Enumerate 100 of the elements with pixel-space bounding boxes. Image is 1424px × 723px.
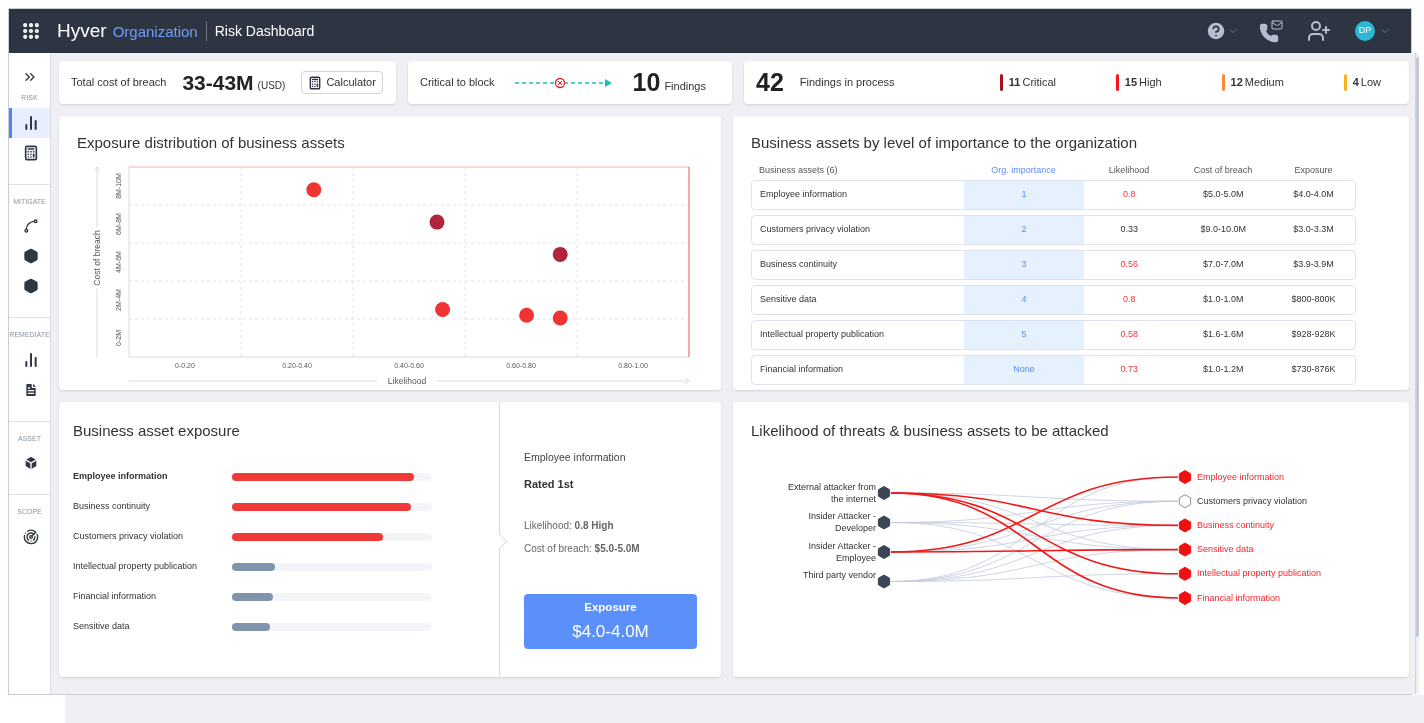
threat-node — [877, 485, 891, 500]
hexagon-icon — [23, 278, 39, 294]
table-row[interactable]: Financial information None 0.73 $1.0-1.2M $730-876K — [751, 354, 1356, 385]
data-point — [552, 246, 568, 262]
sidebar-item[interactable] — [9, 107, 50, 138]
asset-label: Business continuity — [73, 500, 152, 514]
x-axis-title: Likelihood — [387, 375, 427, 386]
card-title: Business asset exposure — [73, 421, 241, 441]
bar-chart-icon — [23, 114, 39, 131]
column-header[interactable]: Cost of breach — [1174, 164, 1272, 178]
column-header[interactable]: Business assets (6) — [751, 164, 963, 178]
y-axis-title: Cost of breach — [92, 229, 102, 286]
asset-bar-row[interactable]: Business continuity — [73, 498, 485, 516]
likelihood-cell-text: 0.8 — [1122, 292, 1137, 306]
block-unit: Findings — [664, 79, 706, 95]
asset-bar-row[interactable]: Customers privacy violation — [73, 528, 485, 546]
calculator-button[interactable]: Calculator — [301, 71, 383, 94]
card-title: Exposure distribution of business assets — [77, 133, 346, 153]
cost-cell-text: $7.0-7.0M — [1201, 257, 1245, 271]
column-header[interactable]: Exposure — [1272, 164, 1355, 178]
findings-label: Findings in process — [799, 75, 896, 91]
severity-label: High — [1139, 75, 1162, 91]
asset-label: Sensitive data — [73, 620, 131, 634]
exposure-cell-text: $800-800K — [1290, 292, 1337, 306]
phone-icon — [1259, 23, 1279, 43]
exposure-cell-text: $3.9-3.9M — [1292, 257, 1335, 271]
likelihood-cell-text: 0.73 — [1119, 362, 1140, 376]
severity-count: 11 — [1008, 75, 1021, 91]
block-label: Critical to block — [420, 75, 495, 91]
likelihood-cell-text: 0.8 — [1122, 187, 1137, 201]
radar-icon — [23, 528, 39, 545]
cost-unit: (USD) — [257, 79, 286, 93]
importance-cell: 3 — [963, 250, 1085, 279]
importance-cell: 1 — [963, 180, 1085, 209]
exposure-value: $4.0-4.0M — [572, 620, 649, 643]
exposure-label: Exposure — [584, 600, 637, 616]
asset-label: Intellectual property publication — [1197, 567, 1322, 581]
exposure-cell-text: $928-928K — [1290, 327, 1337, 341]
asset-bar-row[interactable]: Intellectual property publication — [73, 558, 485, 576]
asset-name-cell-text: Sensitive data — [759, 292, 818, 306]
asset-label: Financial information — [73, 590, 158, 604]
likelihood-cell-text: 0.56 — [1119, 257, 1140, 271]
block-count: 10 — [632, 66, 661, 98]
table-row[interactable]: Employee information 1 0.8 $5.0-5.0M $4.0-4.0M — [751, 179, 1356, 210]
avatar: DP — [1355, 21, 1375, 41]
detail-asset-name: Employee information — [524, 450, 627, 465]
table-row[interactable]: Customers privacy violation 2 0.33 $9.0-10.0M $3.0-3.3M — [751, 214, 1356, 245]
severity-label: Medium — [1244, 75, 1284, 91]
cost-value: 33-43M — [182, 69, 254, 96]
asset-bar-row[interactable]: Financial information — [73, 588, 485, 606]
data-point — [435, 301, 451, 317]
scrollbar[interactable] — [1415, 53, 1419, 694]
calculator-icon — [23, 144, 39, 161]
asset-label: Customers privacy violation — [73, 530, 185, 544]
threat-label: External attacker from the internet — [786, 480, 876, 505]
asset-name-cell-text: Customers privacy violation — [759, 222, 872, 236]
asset-name-cell-text: Employee information — [759, 187, 849, 201]
cost-label: Total cost of breach — [71, 75, 167, 91]
org-name: Organization — [112, 21, 198, 42]
cost-cell-text: $5.0-5.0M — [1201, 187, 1245, 201]
asset-label: Employee information — [1197, 470, 1285, 484]
importance-cell: 4 — [963, 285, 1085, 314]
table-row[interactable]: Sensitive data 4 0.8 $1.0-1.0M $800-800K — [751, 284, 1356, 315]
column-header[interactable]: Likelihood — [1084, 164, 1174, 178]
mail-icon — [1271, 19, 1283, 31]
asset-label: Customers privacy violation — [1197, 494, 1308, 508]
add-user-button[interactable] — [1307, 19, 1331, 43]
card-title: Business assets by level of importance to the organization — [751, 133, 1139, 153]
likelihood-cell-text: 0.33 — [1119, 222, 1140, 236]
severity-label: Low — [1360, 75, 1381, 91]
exposure-cell-text: $730-876K — [1290, 362, 1337, 376]
table-row[interactable]: Business continuity 3 0.56 $7.0-7.0M $3.9-3.9M — [751, 249, 1356, 280]
apps-grid-button[interactable] — [21, 21, 41, 41]
table-row[interactable]: Intellectual property publication 5 0.58 $1.6-1.6M $928-928K — [751, 319, 1356, 350]
cube-icon — [23, 455, 39, 471]
asset-label: Intellectual property publication — [73, 560, 199, 574]
document-icon — [23, 381, 39, 398]
likelihood-cell-text: 0.58 — [1119, 327, 1140, 341]
asset-label: Sensitive data — [1197, 543, 1254, 557]
severity-count: 4 — [1352, 75, 1359, 91]
exposure-cell-text: $3.0-3.3M — [1292, 222, 1335, 236]
severity-label: Critical — [1022, 75, 1057, 91]
threat-label: Insider Attacker - Employee — [807, 539, 876, 564]
cost-cell-text: $9.0-10.0M — [1199, 222, 1247, 236]
brand-logo: Hyver — [57, 18, 107, 43]
column-header[interactable]: Org. importance — [963, 164, 1084, 178]
page-title: Risk Dashboard — [214, 21, 315, 41]
bar-chart-icon — [23, 351, 39, 368]
detail-rating: Rated 1st — [524, 476, 575, 492]
help-icon — [1205, 20, 1227, 42]
route-icon — [23, 218, 39, 234]
cost-cell-text: $1.0-1.2M — [1201, 362, 1245, 376]
phone-mail-button[interactable] — [1259, 19, 1283, 43]
asset-bar-row[interactable]: Employee information — [73, 468, 485, 486]
asset-bar-row[interactable]: Sensitive data — [73, 618, 485, 636]
asset-label: Employee information — [73, 470, 169, 484]
threat-node — [877, 574, 891, 588]
hexagon-icon — [23, 248, 39, 264]
help-button[interactable] — [1205, 20, 1239, 42]
data-point — [429, 214, 445, 230]
